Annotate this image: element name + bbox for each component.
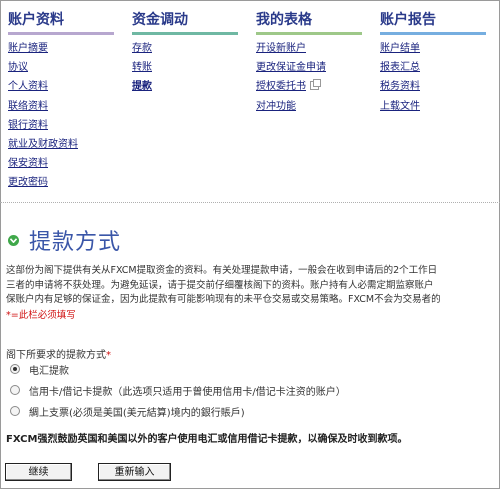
description-line: 三者的申请将不获处理。为避免延误，请于提交前仔细覆核阁下的资料。账户持有人必需定… (6, 279, 434, 291)
option-card-withdrawal[interactable]: 信用卡/借记卡提款（此选项只适用于曾使用信用卡/借记卡注资的账户） (10, 382, 346, 398)
nav-column: 我的表格开设新账户更改保证金申请 授权委托书对冲功能 (256, 10, 362, 116)
nav-link-label: 转账 (132, 62, 152, 74)
nav-link[interactable]: 提款 (132, 77, 238, 96)
nav-link[interactable]: 授权委托书 (256, 77, 362, 96)
nav-column-underline (132, 32, 238, 35)
nav-link-label: 就业及财政资料 (8, 138, 78, 150)
nav-link[interactable]: 银行资料 (8, 116, 114, 135)
nav-column-title: 我的表格 (256, 12, 312, 28)
withdrawal-method-label-text: 阁下所要求的提款方式 (6, 350, 106, 361)
nav-link-label: 提款 (132, 81, 152, 93)
nav-column-title: 账户资料 (8, 12, 64, 28)
nav-link[interactable]: 对冲功能 (256, 97, 362, 116)
nav-link-label: 账户结单 (380, 43, 420, 54)
nav-link[interactable]: 更改保证金申请 (256, 58, 362, 77)
option-label: 信用卡/借记卡提款（此选项只适用于曾使用信用卡/借记卡注资的账户） (29, 386, 346, 398)
nav-column: 资金调动存款转账提款 (132, 10, 238, 97)
nav-link[interactable]: 保安资料 (8, 154, 114, 173)
option-wire-transfer[interactable]: 电汇提款 (10, 361, 69, 377)
nav-link-label: 更改密码 (8, 177, 48, 189)
nav-link-label: 账户摘要 (8, 43, 48, 54)
nav-column-underline (256, 32, 362, 35)
nav-link[interactable]: 转账 (132, 58, 238, 77)
nav-link-label: 银行资料 (8, 119, 48, 131)
description-paragraph: 这部份为阁下提供有关从FXCM提取资金的资料。有关处理提款申请，一般会在收到申请… (6, 264, 500, 308)
nav-link[interactable]: 个人资料 (8, 77, 114, 96)
nav-link[interactable]: 协议 (8, 58, 114, 77)
radio-online-cheque[interactable] (10, 406, 20, 416)
nav-link[interactable]: 税务资料 (380, 77, 486, 96)
nav-column-title: 账户报告 (380, 12, 436, 28)
nav-link[interactable]: 联络资料 (8, 97, 114, 116)
nav-column-underline (380, 32, 486, 35)
nav-link-label: 报表汇总 (380, 62, 420, 74)
nav-link-label: 个人资料 (8, 81, 48, 93)
nav-link-label: 保安资料 (8, 158, 48, 170)
nav-link[interactable]: 报表汇总 (380, 58, 486, 77)
nav-link[interactable]: 就业及财政资料 (8, 135, 114, 154)
radio-card-withdrawal[interactable] (10, 385, 20, 395)
required-field-note: *=此栏必须填写 (6, 310, 76, 321)
required-mark: * (106, 350, 111, 361)
nav-link-label: 上载文件 (380, 100, 420, 112)
divider (0, 202, 500, 203)
nav-link-label: 授权委托书 (256, 81, 306, 93)
continue-button[interactable]: 继续 (5, 463, 72, 481)
nav-column: 账户资料账户摘要协议个人资料联络资料银行资料就业及财政资料 保安资料更改密码 (8, 10, 114, 193)
section-heading: 提款方式 (8, 226, 122, 255)
nav-column: 账户报告账户结单报表汇总税务资料上载文件 (380, 10, 486, 116)
nav-link[interactable]: 账户摘要 (8, 39, 114, 58)
nav-link-label: 开设新账户 (256, 43, 306, 54)
option-label: 綢上支票(必须是美国(美元結算)境内的銀行賬戶) (29, 407, 245, 419)
nav-link[interactable]: 上载文件 (380, 97, 486, 116)
expand-bullet-icon (8, 234, 19, 246)
nav-link[interactable]: 更改密码 (8, 173, 114, 192)
description-line: 保账户内有足够的保证金，因为此提款有可能影响现有的未平仓交易或交易策略。FXCM… (6, 294, 441, 305)
nav-link[interactable]: 存款 (132, 39, 238, 58)
nav-link-label: 对冲功能 (256, 100, 296, 112)
option-label: 电汇提款 (29, 365, 69, 377)
nav-link-label: 存款 (132, 43, 152, 54)
nav-link-label: 联络资料 (8, 100, 48, 112)
withdrawal-notice: FXCM强烈鼓励英国和美国以外的客户使用电汇或信用借记卡提款，以确保及时收到款项… (6, 434, 408, 445)
nav-link-label: 更改保证金申请 (256, 62, 326, 74)
nav-link[interactable]: 开设新账户 (256, 39, 362, 58)
withdrawal-method-label: 阁下所要求的提款方式* (6, 346, 111, 361)
nav-column-title: 资金调动 (132, 12, 188, 28)
nav-link-label: 税务资料 (380, 81, 420, 93)
reset-button[interactable]: 重新输入 (98, 463, 171, 481)
radio-wire-transfer[interactable] (10, 364, 20, 374)
nav-link-label: 协议 (8, 62, 28, 74)
description-line: 这部份为阁下提供有关从FXCM提取资金的资料。有关处理提款申请，一般会在收到申请… (6, 265, 438, 276)
option-online-cheque[interactable]: 綢上支票(必须是美国(美元結算)境内的銀行賬戶) (10, 403, 245, 419)
nav-column-underline (8, 32, 114, 35)
page-title: 提款方式 (29, 230, 122, 255)
new-window-icon (310, 79, 321, 91)
nav-link[interactable]: 账户结单 (380, 39, 486, 58)
